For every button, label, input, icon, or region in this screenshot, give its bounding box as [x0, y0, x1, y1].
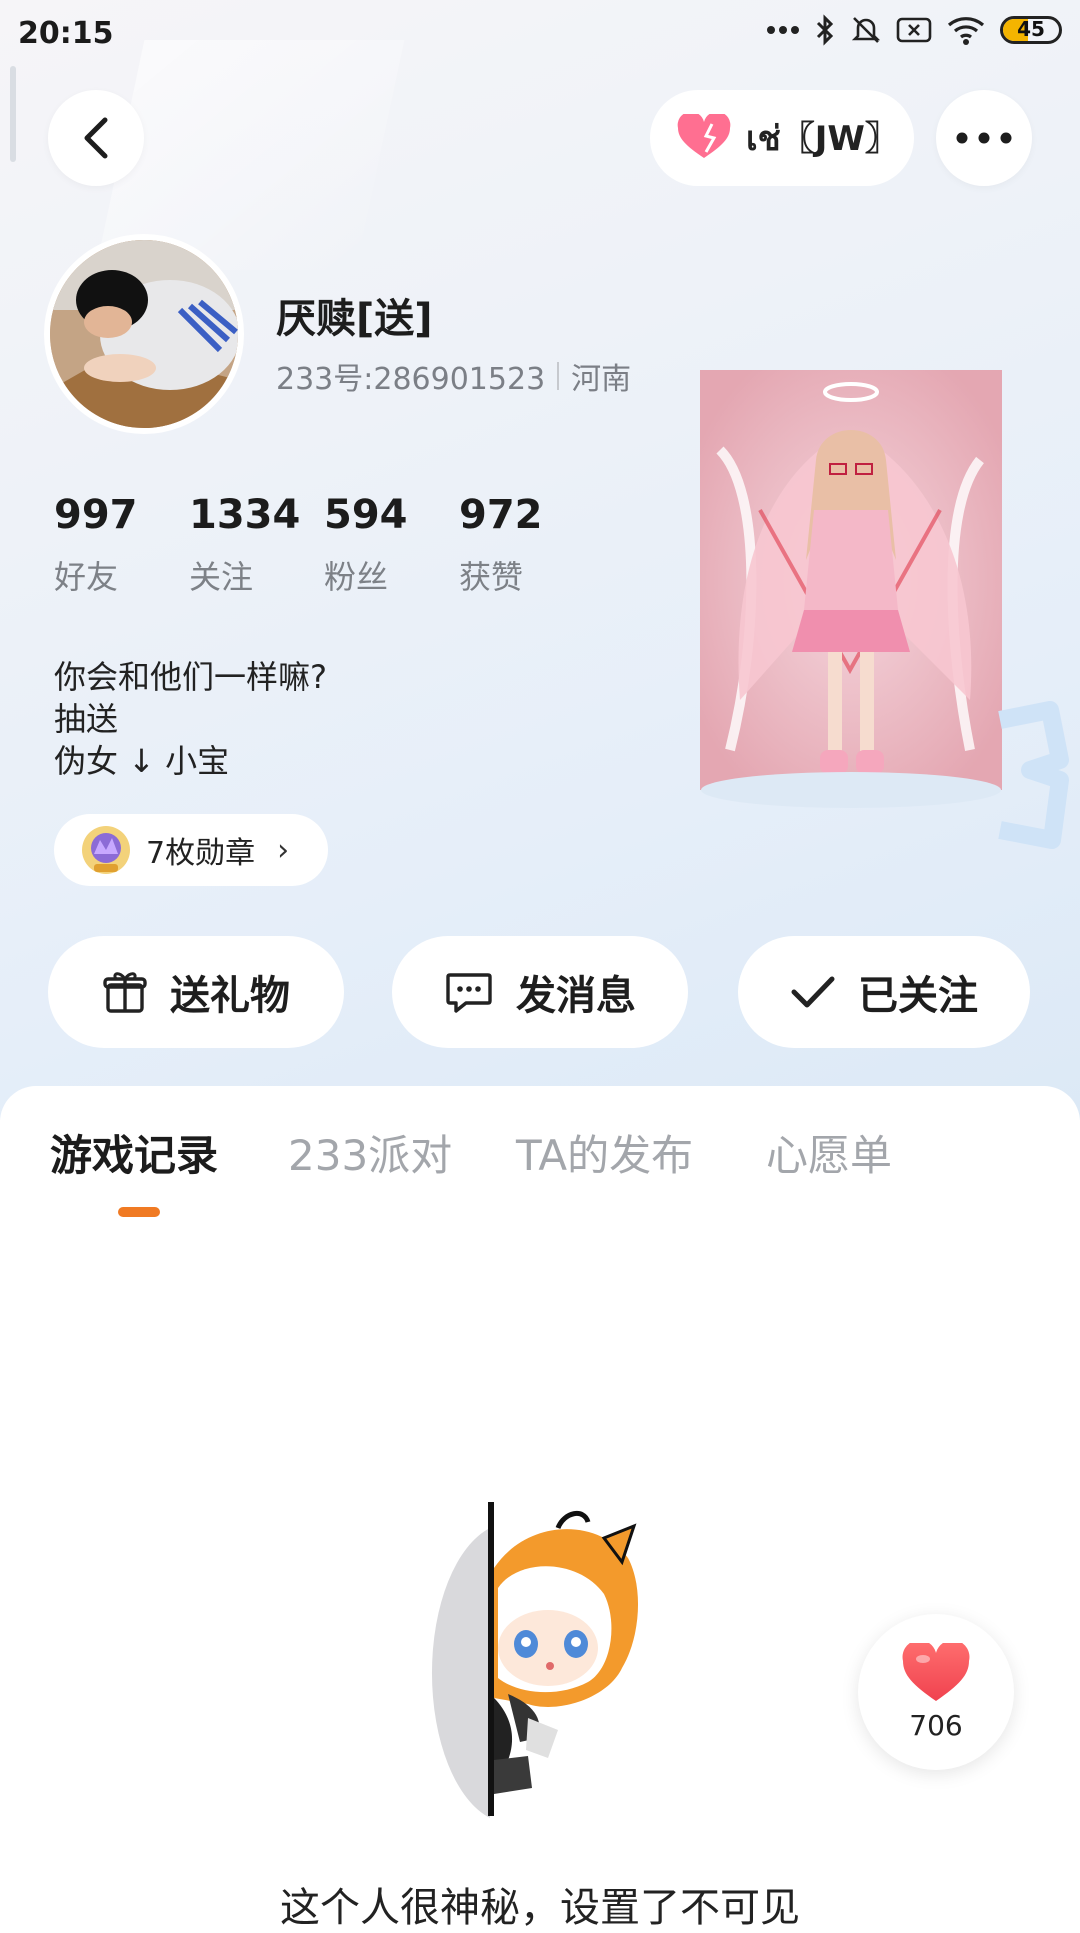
- stat-fans[interactable]: 594 粉丝: [324, 492, 459, 598]
- back-button[interactable]: [48, 90, 144, 186]
- stat-value: 997: [54, 492, 138, 538]
- status-bar: 20:15 45: [0, 0, 1080, 72]
- checkmark-icon: [791, 976, 835, 1008]
- mute-bell-icon: [851, 17, 881, 43]
- tab-ta-posts[interactable]: TA的发布: [516, 1122, 693, 1183]
- following-label: 已关注: [858, 973, 978, 1019]
- stat-following[interactable]: 1334 关注: [189, 492, 324, 598]
- chevron-right-icon: ›: [277, 832, 290, 868]
- badges-label: 7枚勋章: [146, 836, 256, 871]
- stat-label: 获赞: [459, 558, 524, 596]
- heart-icon: [677, 114, 731, 158]
- battery-level: 45: [1017, 17, 1045, 41]
- avatar-photo: [50, 240, 238, 428]
- tab-wishlist[interactable]: 心愿单: [766, 1122, 892, 1183]
- platform-logo-decoration: [998, 701, 1069, 849]
- chat-bubble-icon: [446, 973, 492, 1013]
- empty-state-message: 这个人很神秘，设置了不可见: [280, 1885, 800, 1931]
- user-region: 河南: [571, 362, 632, 397]
- bio-line: 抽送: [54, 700, 119, 738]
- stat-friends[interactable]: 997 好友: [54, 492, 189, 598]
- like-button[interactable]: 706: [858, 1614, 1014, 1770]
- character-illustration: [700, 370, 1002, 808]
- stat-label: 好友: [54, 558, 119, 596]
- avatar[interactable]: [44, 234, 244, 434]
- profile-tabs: 游戏记录 233派对 TA的发布 心愿单: [0, 1122, 1080, 1202]
- stat-value: 1334: [189, 492, 301, 538]
- chevron-left-icon: [84, 117, 108, 159]
- profile-stats: 997 好友 1334 关注 594 粉丝 972 获赞: [54, 492, 594, 598]
- bio-line: 你会和他们一样嘛?: [54, 658, 327, 696]
- status-icons: 45: [766, 14, 1062, 46]
- send-message-button[interactable]: 发消息: [392, 936, 688, 1048]
- user-meta: 233号:286901523 河南: [276, 354, 631, 398]
- battery-icon: 45: [1000, 16, 1062, 44]
- send-gift-button[interactable]: 送礼物: [48, 936, 344, 1048]
- stat-likes[interactable]: 972 获赞: [459, 492, 594, 598]
- more-dots-icon: [956, 132, 1012, 144]
- peeking-mascot-illustration: [431, 1502, 639, 1818]
- active-tab-indicator: [118, 1207, 160, 1217]
- more-options-button[interactable]: [936, 90, 1032, 186]
- wifi-icon: [947, 17, 985, 45]
- more-dots-icon: [767, 26, 799, 34]
- tab-233-party[interactable]: 233派对: [288, 1122, 452, 1183]
- scroll-indicator: [10, 66, 16, 162]
- gift-icon: [103, 972, 147, 1013]
- like-count: 706: [909, 1708, 963, 1742]
- relation-tag-label: เช่〖JW〗: [746, 119, 899, 159]
- badges-button[interactable]: 7枚勋章 ›: [54, 814, 328, 886]
- bluetooth-icon: [816, 14, 834, 46]
- username: 厌赎[送]: [276, 296, 433, 342]
- following-button[interactable]: 已关注: [738, 936, 1030, 1048]
- relation-tag-button[interactable]: เช่〖JW〗: [650, 90, 914, 186]
- stat-label: 粉丝: [324, 558, 389, 596]
- status-time: 20:15: [18, 16, 114, 51]
- user-id: 233号:286901523: [276, 362, 546, 397]
- stat-label: 关注: [189, 558, 254, 596]
- avatar-character-image[interactable]: [700, 370, 1002, 822]
- sim-card-icon: [896, 17, 932, 43]
- stat-value: 594: [324, 492, 408, 538]
- send-message-label: 发消息: [516, 973, 636, 1019]
- divider: [557, 362, 560, 390]
- send-gift-label: 送礼物: [170, 973, 290, 1019]
- tab-game-records[interactable]: 游戏记录: [50, 1122, 218, 1183]
- bio-line: 伪女 ↓ 小宝: [54, 742, 230, 780]
- stat-value: 972: [459, 492, 543, 538]
- heart-icon: [902, 1642, 970, 1701]
- medal-icon: [82, 826, 130, 874]
- bio: 你会和他们一样嘛? 抽送 伪女 ↓ 小宝: [54, 656, 327, 782]
